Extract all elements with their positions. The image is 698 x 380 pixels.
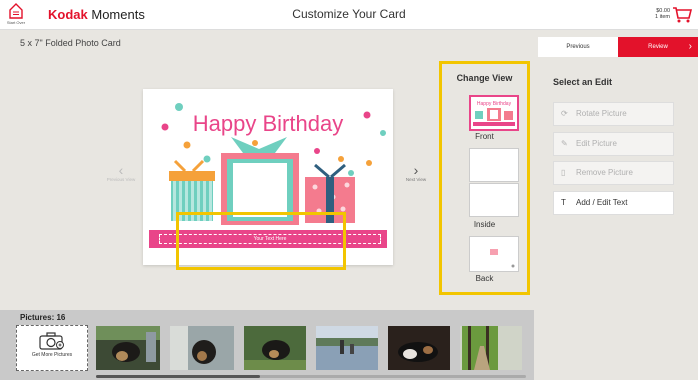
- brand-kodak: Kodak: [48, 7, 88, 22]
- edit-picture-label: Edit Picture: [576, 139, 617, 148]
- pictures-panel: Pictures: 16 Get More Pictures: [0, 310, 534, 380]
- add-edit-text-button[interactable]: T Add / Edit Text: [553, 191, 674, 215]
- photo-dog-2: [170, 326, 234, 370]
- previous-view-button[interactable]: ‹ Previous View: [102, 163, 140, 182]
- rotate-picture-label: Rotate Picture: [576, 109, 627, 118]
- front-thumbnail-art: Happy Birthday: [473, 101, 515, 126]
- rotate-icon: ⟳: [561, 109, 568, 118]
- text-highlight-frame: [176, 212, 346, 270]
- previous-button[interactable]: Previous: [538, 37, 618, 57]
- text-icon: T: [561, 198, 566, 207]
- view-label-back: Back: [475, 274, 494, 283]
- add-edit-text-label: Add / Edit Text: [576, 198, 628, 207]
- cart-summary[interactable]: $0.00 1 item: [655, 8, 670, 20]
- photo-thumbnail[interactable]: [96, 326, 160, 370]
- get-more-pictures-label: Get More Pictures: [31, 352, 73, 358]
- front-thumb-headline: Happy Birthday: [477, 101, 512, 107]
- change-view-panel: Change View Happy Birthday Front Inside …: [439, 61, 530, 295]
- pictures-count: Pictures: 16: [20, 313, 66, 322]
- next-view-button[interactable]: › Next View: [397, 163, 435, 182]
- rotate-picture-button[interactable]: ⟳ Rotate Picture: [553, 102, 674, 126]
- photo-thumbnail[interactable]: [316, 326, 378, 370]
- brand-logo[interactable]: Kodak Moments: [48, 7, 145, 22]
- photo-thumbnail[interactable]: [170, 326, 234, 370]
- review-label: Review: [648, 44, 668, 50]
- photo-thumbnail[interactable]: [244, 326, 306, 370]
- remove-picture-button[interactable]: ▯ Remove Picture: [553, 161, 674, 185]
- remove-picture-label: Remove Picture: [576, 168, 633, 177]
- select-edit-title: Select an Edit: [553, 77, 613, 87]
- edit-icon: ✎: [561, 139, 568, 148]
- brand-moments: Moments: [91, 7, 145, 22]
- get-more-pictures-button[interactable]: Get More Pictures: [16, 325, 88, 371]
- photo-lake: [316, 326, 378, 370]
- view-thumb-inside-bottom[interactable]: [469, 183, 519, 217]
- start-over-label: Start Over: [6, 20, 26, 25]
- previous-view-label: Previous View: [106, 177, 136, 182]
- trash-icon: ▯: [561, 168, 566, 177]
- review-button[interactable]: Review ›: [618, 37, 698, 57]
- start-over-button[interactable]: Start Over: [4, 2, 28, 28]
- product-name: 5 x 7" Folded Photo Card: [20, 38, 121, 48]
- photo-forest-path: [460, 326, 522, 370]
- top-header: Start Over Kodak Moments Customize Your …: [0, 0, 698, 30]
- next-view-label: Next View: [405, 177, 427, 182]
- photo-dog-couch: [388, 326, 450, 370]
- edit-picture-button[interactable]: ✎ Edit Picture: [553, 132, 674, 156]
- photo-thumbnail[interactable]: [388, 326, 450, 370]
- photo-dog-3: [244, 326, 306, 370]
- chevron-left-icon: ‹: [118, 162, 124, 178]
- change-view-title: Change View: [456, 73, 513, 83]
- pictures-scrollbar[interactable]: [96, 375, 260, 378]
- kodak-logo-small-icon: [490, 249, 515, 268]
- chevron-right-icon: ›: [688, 41, 692, 52]
- cart-icon[interactable]: [672, 6, 692, 24]
- camera-icon: [39, 332, 64, 350]
- chevron-right-icon: ›: [413, 162, 419, 178]
- home-icon: [9, 3, 23, 19]
- card-headline: Happy Birthday: [193, 111, 343, 136]
- view-label-inside: Inside: [473, 220, 496, 229]
- photo-dog-1: [96, 326, 160, 370]
- view-thumb-inside-top[interactable]: [469, 148, 519, 182]
- view-thumb-front[interactable]: Happy Birthday: [469, 95, 519, 131]
- view-label-front: Front: [475, 132, 494, 141]
- photo-thumbnail[interactable]: [460, 326, 522, 370]
- view-thumb-back[interactable]: [469, 236, 519, 272]
- cart-count: 1 item: [655, 14, 670, 20]
